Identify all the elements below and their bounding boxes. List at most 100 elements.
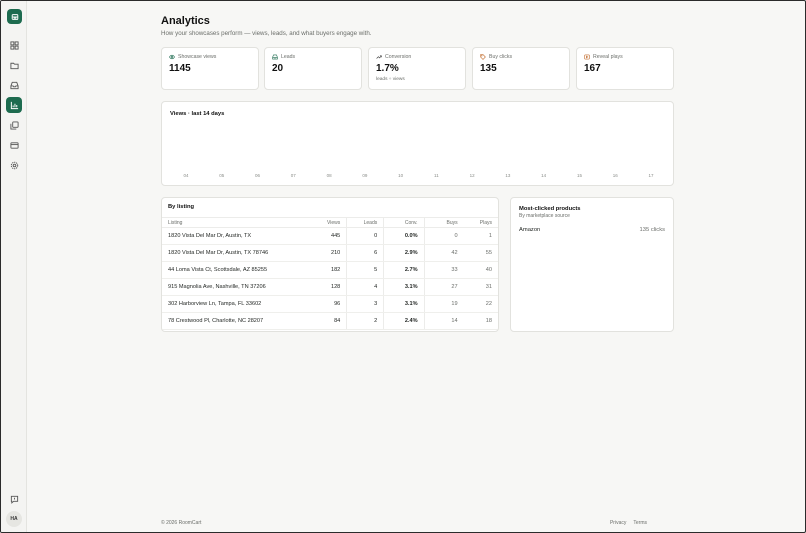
cell-buys: 14 xyxy=(424,312,458,330)
cell-plays: 1 xyxy=(457,227,498,245)
inbox-icon xyxy=(272,54,278,60)
stat-label: Buy clicks xyxy=(489,54,513,60)
x-tick-label: 09 xyxy=(362,173,368,178)
credit-card-icon xyxy=(9,141,19,149)
product-source: Amazon xyxy=(519,227,541,233)
cell-leads: 6 xyxy=(346,244,385,262)
cell-plays: 31 xyxy=(457,278,498,296)
stat-value: 1.7% xyxy=(376,63,399,74)
stat-card-views: Showcase views 1145 xyxy=(161,47,259,90)
x-tick-label: 16 xyxy=(613,173,619,178)
cell-conv: 0.0% xyxy=(383,227,425,245)
terms-link[interactable]: Terms xyxy=(633,520,647,526)
col-leads: Leads xyxy=(346,217,385,228)
cell-listing: 1820 Vista Del Mar Dr, Austin, TX 78746 xyxy=(162,244,317,262)
product-clicks: 135 clicks xyxy=(639,227,665,233)
sidebar-item-dashboard[interactable] xyxy=(6,37,22,53)
stat-value: 20 xyxy=(272,63,284,74)
x-tick-label: 07 xyxy=(291,173,297,178)
stat-value: 135 xyxy=(480,63,497,74)
stat-card-buy-clicks: Buy clicks 135 xyxy=(472,47,570,90)
play-icon xyxy=(584,54,590,60)
by-listing-table-card: By listing Listing Views Leads Conv. Buy… xyxy=(161,197,499,332)
cell-buys: 42 xyxy=(424,244,458,262)
cell-buys: 27 xyxy=(424,278,458,296)
by-listing-table: Listing Views Leads Conv. Buys Plays 182… xyxy=(162,217,498,330)
avatar[interactable]: HA xyxy=(6,511,22,527)
table-row[interactable]: 44 Loma Vista Ct, Scottsdale, AZ 85255 18… xyxy=(162,261,498,279)
cell-views: 210 xyxy=(316,244,348,262)
table-row[interactable]: 302 Harborview Ln, Tampa, FL 33602 96 3 3.1… xyxy=(162,295,498,313)
sidebar-item-settings[interactable] xyxy=(6,157,22,173)
x-tick-label: 08 xyxy=(327,173,333,178)
x-tick-label: 15 xyxy=(577,173,583,178)
sidebar-item-analytics[interactable] xyxy=(6,97,22,113)
cell-buys: 0 xyxy=(424,227,458,245)
cell-leads: 2 xyxy=(346,312,385,330)
stat-label: Showcase views xyxy=(178,54,217,60)
cell-buys: 33 xyxy=(424,261,458,279)
folder-icon xyxy=(9,62,19,69)
stat-label: Reveal plays xyxy=(593,54,623,60)
cell-conv: 3.1% xyxy=(383,278,425,296)
x-tick-label: 06 xyxy=(255,173,261,178)
col-views: Views xyxy=(316,217,348,228)
cell-conv: 2.9% xyxy=(383,244,425,262)
sidebar-item-gallery[interactable] xyxy=(6,117,22,133)
message-icon xyxy=(10,495,18,504)
cell-leads: 5 xyxy=(346,261,385,279)
cell-plays: 40 xyxy=(457,261,498,279)
main-content: Analytics How your showcases perform — v… xyxy=(27,1,805,532)
cell-conv: 2.7% xyxy=(383,261,425,279)
cell-leads: 0 xyxy=(346,227,385,245)
products-subtitle: By marketplace source xyxy=(519,213,570,219)
most-clicked-products-card: Most-clicked products By marketplace sou… xyxy=(510,197,674,332)
cell-leads: 3 xyxy=(346,295,385,313)
footer-links: Privacy Terms xyxy=(610,520,647,526)
x-tick-label: 12 xyxy=(470,173,476,178)
logo-icon[interactable] xyxy=(7,9,22,24)
table-row[interactable]: 78 Crestwood Pl, Charlotte, NC 28207 84 2 2… xyxy=(162,312,498,330)
images-icon xyxy=(9,120,19,130)
page-title: Analytics xyxy=(161,15,210,27)
col-buys: Buys xyxy=(424,217,458,228)
trend-up-icon xyxy=(376,55,382,59)
products-title: Most-clicked products xyxy=(519,206,581,212)
product-row[interactable]: Amazon 135 clicks xyxy=(519,227,665,233)
cell-conv: 2.4% xyxy=(383,312,425,330)
page-subtitle: How your showcases perform — views, lead… xyxy=(161,30,372,37)
cell-listing: 44 Loma Vista Ct, Scottsdale, AZ 85255 xyxy=(162,261,317,279)
cell-plays: 55 xyxy=(457,244,498,262)
cell-views: 182 xyxy=(316,261,348,279)
cell-views: 445 xyxy=(316,227,348,245)
table-header-row: Listing Views Leads Conv. Buys Plays xyxy=(162,217,498,228)
cell-leads: 4 xyxy=(346,278,385,296)
table-row[interactable]: 915 Magnolia Ave, Nashville, TN 37206 128… xyxy=(162,278,498,296)
stat-card-conversion: Conversion 1.7% leads ÷ views xyxy=(368,47,466,90)
feedback-button[interactable] xyxy=(6,491,22,507)
x-tick-label: 17 xyxy=(648,173,654,178)
cell-listing: 302 Harborview Ln, Tampa, FL 33602 xyxy=(162,295,317,313)
table-row[interactable]: 1820 Vista Del Mar Dr, Austin, TX 78746 2… xyxy=(162,244,498,262)
stat-value: 1145 xyxy=(169,63,191,74)
cell-listing: 1820 Vista Del Mar Dr, Austin, TX xyxy=(162,227,317,245)
x-tick-label: 14 xyxy=(541,173,547,178)
cell-conv: 3.1% xyxy=(383,295,425,313)
x-tick-label: 13 xyxy=(505,173,511,178)
sidebar: HA xyxy=(1,1,27,532)
x-tick-label: 10 xyxy=(398,173,404,178)
table-row[interactable]: 1820 Vista Del Mar Dr, Austin, TX 445 0 0.0… xyxy=(162,227,498,245)
sidebar-item-listings[interactable] xyxy=(6,57,22,73)
col-conv: Conv. xyxy=(383,217,425,228)
x-tick-label: 11 xyxy=(434,173,439,178)
cell-views: 128 xyxy=(316,278,348,296)
stat-card-reveal-plays: Reveal plays 167 xyxy=(576,47,674,90)
col-plays: Plays xyxy=(457,217,498,228)
privacy-link[interactable]: Privacy xyxy=(610,520,626,526)
sidebar-item-inbox[interactable] xyxy=(6,77,22,93)
sidebar-item-billing[interactable] xyxy=(6,137,22,153)
cell-plays: 18 xyxy=(457,312,498,330)
inbox-icon xyxy=(9,81,19,89)
cell-listing: 915 Magnolia Ave, Nashville, TN 37206 xyxy=(162,278,317,296)
x-tick-label: 04 xyxy=(183,173,189,178)
